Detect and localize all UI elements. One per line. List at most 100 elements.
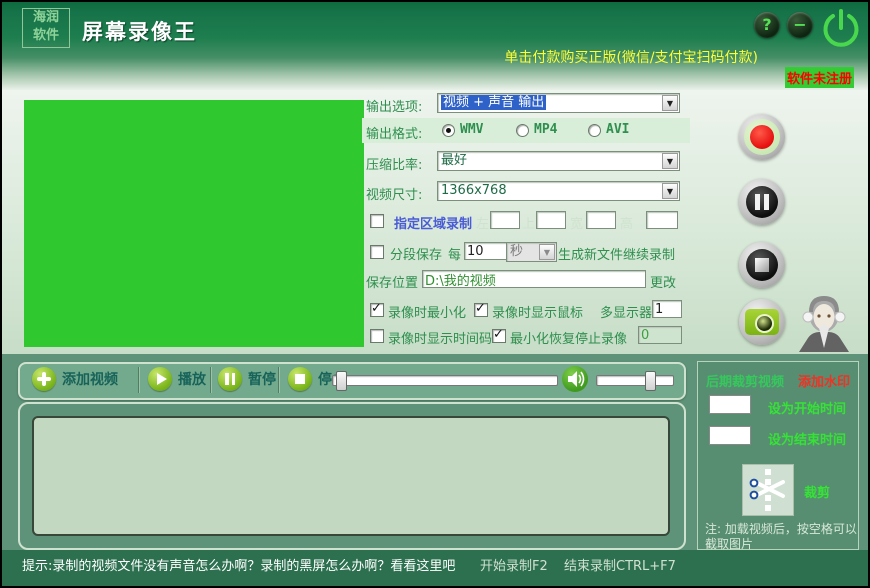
region-top-input[interactable]	[536, 211, 566, 229]
play-icon	[148, 367, 172, 391]
video-size-value: 1366x768	[441, 183, 507, 198]
stop-icon	[288, 367, 312, 391]
chevron-down-icon[interactable]: ▼	[662, 95, 678, 111]
buy-link[interactable]: 单击付款购买正版(微信/支付宝扫码付款)	[362, 47, 758, 67]
set-end-time-button[interactable]: 设为结束时间	[768, 429, 846, 448]
output-option-label: 输出选项:	[366, 100, 423, 115]
compression-select[interactable]: 最好 ▼	[437, 151, 680, 171]
minimize-on-record-checkbox[interactable]	[370, 301, 384, 317]
power-icon	[823, 9, 859, 47]
logo-line1: 海润	[32, 10, 59, 25]
close-button[interactable]	[819, 7, 863, 51]
output-format-label: 输出格式:	[366, 127, 423, 142]
segment-every-label: 每	[448, 248, 462, 263]
start-hotkey-label: 开始录制F2	[480, 559, 548, 574]
record-button[interactable]	[739, 114, 785, 160]
timecode-label: 录像时显示时间码	[388, 332, 493, 347]
region-checkbox[interactable]	[370, 214, 384, 228]
multi-monitor-input[interactable]	[652, 300, 682, 318]
statusbar-tip[interactable]: 提示:录制的视频文件没有声音怎么办啊？录制的黑屏怎么办啊？看看这里吧	[22, 555, 455, 574]
toolbar-divider	[210, 367, 211, 393]
clip-list-container	[18, 402, 686, 550]
speaker-icon	[568, 371, 585, 387]
region-height-input[interactable]	[646, 211, 678, 229]
logo-line2: 软件	[32, 28, 59, 43]
region-width-input[interactable]	[586, 211, 616, 229]
segment-unit-select[interactable]: 秒 ▼	[506, 242, 557, 262]
add-video-button[interactable]: 添加视频	[32, 367, 118, 391]
region-top-label: 上	[522, 217, 536, 232]
timecode-checkbox[interactable]	[370, 329, 384, 343]
region-label: 指定区域录制	[394, 217, 473, 232]
play-button[interactable]: 播放	[148, 367, 206, 391]
unregistered-badge: 软件未注册	[785, 67, 855, 88]
minimize-button[interactable]: −	[787, 12, 813, 38]
clip-listbox[interactable]	[32, 416, 670, 536]
radio-mp4-label[interactable]: MP4	[534, 122, 557, 137]
seek-slider[interactable]	[332, 371, 558, 391]
snapshot-button[interactable]	[739, 299, 785, 345]
crop-note-line2: 截取图片	[705, 537, 754, 551]
minimize-icon: −	[793, 15, 807, 34]
segment-seconds-input[interactable]	[464, 242, 508, 260]
output-option-select[interactable]: 视频 + 声音 输出 ▼	[437, 93, 680, 113]
restore-stop-input[interactable]	[638, 326, 682, 344]
pause-record-button[interactable]	[739, 179, 785, 225]
start-time-input[interactable]	[709, 395, 751, 414]
support-button[interactable]	[795, 290, 853, 352]
segment-unit-value: 秒	[510, 244, 524, 259]
add-video-label: 添加视频	[62, 372, 118, 388]
output-option-value: 视频 + 声音 输出	[441, 95, 547, 110]
radio-mp4[interactable]	[516, 124, 529, 137]
segment-suffix-label: 生成新文件继续录制	[558, 248, 676, 263]
toolbar-divider	[278, 367, 279, 393]
stop-icon	[746, 249, 778, 281]
change-path-button[interactable]: 更改	[650, 272, 676, 291]
radio-wmv-label[interactable]: WMV	[460, 122, 483, 137]
app-window: 海润 软件 屏幕录像王 ? − 单击付款购买正版(微信/支付宝扫码付款) 软件未…	[0, 0, 870, 588]
video-size-select[interactable]: 1366x768 ▼	[437, 181, 680, 201]
show-mouse-label: 录像时显示鼠标	[492, 306, 584, 321]
end-hotkey-label: 结束录制CTRL+F7	[564, 559, 676, 574]
playback-toolbar: 添加视频 播放 暂停 停止	[18, 362, 686, 400]
save-location-label: 保存位置	[366, 276, 419, 291]
chevron-down-icon: ▼	[539, 244, 555, 260]
help-button[interactable]: ?	[754, 12, 780, 38]
crop-button[interactable]	[742, 464, 794, 516]
restore-stop-label: 最小化恢复停止录像	[510, 332, 628, 347]
crop-panel: 后期裁剪视频 添加水印 设为开始时间 设为结束时间 裁剪 注: 加载视频后，按空…	[697, 361, 859, 551]
crop-label[interactable]: 裁剪	[804, 482, 830, 501]
add-watermark-button[interactable]: 添加水印	[798, 371, 850, 390]
set-start-time-button[interactable]: 设为开始时间	[768, 398, 846, 417]
plus-icon	[32, 367, 56, 391]
crop-panel-title: 后期裁剪视频	[706, 375, 785, 390]
minimize-on-record-label: 录像时最小化	[388, 306, 467, 321]
seek-slider-thumb[interactable]	[336, 371, 347, 391]
volume-slider-thumb[interactable]	[645, 371, 656, 391]
page-title: 屏幕录像王	[82, 20, 197, 44]
radio-avi-label[interactable]: AVI	[606, 122, 629, 137]
volume-button[interactable]	[562, 366, 588, 392]
radio-avi[interactable]	[588, 124, 601, 137]
end-time-input[interactable]	[709, 426, 751, 445]
region-left-input[interactable]	[490, 211, 520, 229]
chevron-down-icon[interactable]: ▼	[662, 183, 678, 199]
pause-icon	[746, 186, 778, 218]
play-label: 播放	[178, 372, 206, 388]
region-height-label: 高	[620, 217, 634, 232]
record-icon	[750, 125, 774, 149]
pause-button[interactable]: 暂停	[218, 367, 276, 391]
radio-wmv[interactable]	[442, 124, 455, 137]
compression-value: 最好	[441, 153, 468, 168]
scissors-icon	[749, 469, 785, 511]
pause-icon	[218, 367, 242, 391]
stop-record-button[interactable]	[739, 242, 785, 288]
video-size-label: 视频尺寸:	[366, 188, 423, 203]
restore-stop-checkbox[interactable]	[492, 327, 506, 343]
toolbar-divider	[138, 367, 139, 393]
segment-checkbox[interactable]	[370, 245, 384, 259]
show-mouse-checkbox[interactable]	[474, 301, 488, 317]
volume-slider[interactable]	[596, 371, 674, 391]
save-path-input[interactable]	[422, 270, 646, 288]
chevron-down-icon[interactable]: ▼	[662, 153, 678, 169]
